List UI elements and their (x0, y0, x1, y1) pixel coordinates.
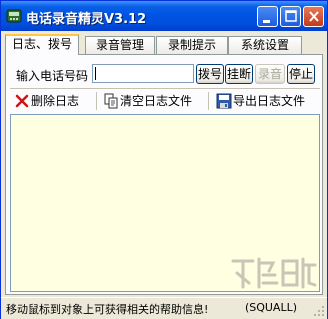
phone-number-label: 输入电话号码 (16, 69, 89, 83)
delete-log-button[interactable]: 删除日志 (14, 92, 92, 110)
record-button[interactable]: 录音 (255, 64, 285, 84)
save-floppy-icon (216, 93, 232, 109)
clear-log-file-label: 清空日志文件 (120, 94, 193, 108)
minimize-button[interactable] (257, 6, 278, 27)
window-title: 电话录音精灵V3.12 (26, 12, 147, 27)
tab-label: 录音管理 (95, 38, 144, 52)
watermark-logo (231, 257, 317, 289)
main-window: 电话录音精灵V3.12 日志、拨号 录音管理 录制提示 系统设置 输入电话号码 … (0, 0, 328, 319)
tab-label: 日志、拨号 (11, 37, 72, 51)
status-bar: 移动鼠标到对象上可获得相关的帮助信息! (SQUALL) (1, 297, 327, 319)
dial-button[interactable]: 拨号 (196, 64, 224, 84)
status-author: (SQUALL) (244, 301, 297, 314)
tab-recording-manage[interactable]: 录音管理 (85, 36, 155, 54)
tab-log-dial[interactable]: 日志、拨号 (5, 34, 79, 55)
maximize-icon (285, 10, 297, 22)
tab-system-settings[interactable]: 系统设置 (228, 36, 302, 54)
close-button[interactable] (303, 6, 324, 27)
title-bar[interactable]: 电话录音精灵V3.12 (1, 1, 327, 31)
clear-log-file-button[interactable]: 清空日志文件 (103, 92, 203, 110)
stop-button[interactable]: 停止 (287, 64, 315, 84)
export-log-file-label: 导出日志文件 (233, 94, 306, 108)
resize-grip-icon[interactable] (313, 305, 325, 317)
delete-x-icon (15, 94, 29, 108)
hangup-button[interactable]: 挂断 (225, 64, 253, 84)
tab-label: 系统设置 (240, 38, 289, 52)
text-caret (95, 67, 96, 80)
maximize-button[interactable] (280, 6, 301, 27)
tab-record-prompt[interactable]: 录制提示 (156, 36, 228, 54)
tab-label: 录制提示 (167, 38, 216, 52)
toolbar-separator (96, 92, 98, 110)
minimize-icon (263, 20, 270, 23)
delete-log-label: 删除日志 (31, 94, 80, 108)
divider (10, 88, 320, 90)
export-log-file-button[interactable]: 导出日志文件 (216, 92, 316, 110)
status-hint: 移动鼠标到对象上可获得相关的帮助信息! (6, 303, 209, 316)
toolbar-separator (208, 92, 210, 110)
close-icon (309, 11, 319, 22)
phone-number-input[interactable] (92, 64, 194, 83)
clear-documents-icon (104, 93, 118, 109)
phone-app-icon (6, 9, 22, 23)
